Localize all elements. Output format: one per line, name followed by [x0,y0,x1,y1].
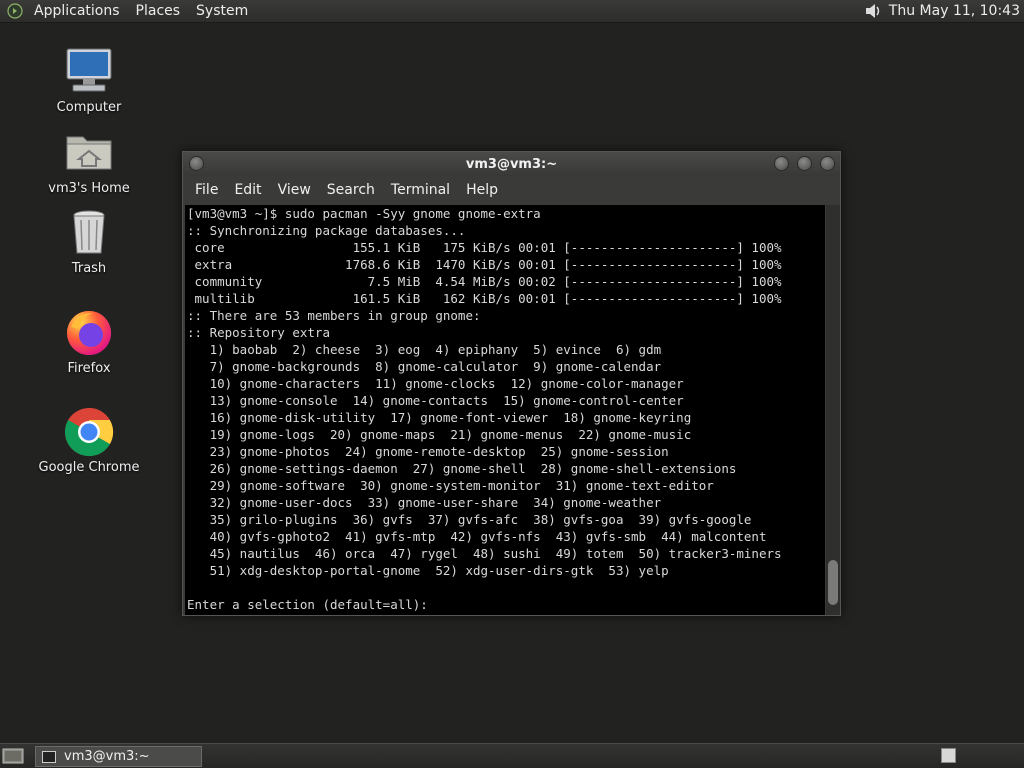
workspace-switcher[interactable] [941,748,956,763]
terminal-line: 7) gnome-backgrounds 8) gnome-calculator… [187,359,662,374]
menu-places[interactable]: Places [128,0,189,23]
desktop-icon-computer[interactable]: Computer [34,46,144,115]
menu-help[interactable]: Help [458,182,506,198]
home-folder-icon [63,127,115,179]
menu-edit[interactable]: Edit [226,182,269,198]
scrollbar-thumb[interactable] [828,560,838,605]
terminal-line: community 7.5 MiB 4.54 MiB/s 00:02 [----… [187,274,782,289]
menu-applications[interactable]: Applications [26,0,128,23]
terminal-line: 51) xdg-desktop-portal-gnome 52) xdg-use… [187,563,669,578]
terminal-line: 40) gvfs-gphoto2 41) gvfs-mtp 42) gvfs-n… [187,529,767,544]
bottom-panel: vm3@vm3:~ [0,743,1024,768]
terminal-line: 29) gnome-software 30) gnome-system-moni… [187,478,714,493]
terminal-scrollbar[interactable] [826,205,840,615]
terminal-line: 16) gnome-disk-utility 17) gnome-font-vi… [187,410,692,425]
taskbar-item-terminal[interactable]: vm3@vm3:~ [35,746,202,767]
terminal-line: :: Repository extra [187,325,330,340]
terminal-output[interactable]: [vm3@vm3 ~]$ sudo pacman -Syy gnome gnom… [185,205,825,615]
terminal-line: 35) grilo-plugins 36) gvfs 37) gvfs-afc … [187,512,752,527]
minimize-button[interactable] [774,156,789,171]
terminal-line: 32) gnome-user-docs 33) gnome-user-share… [187,495,662,510]
clock[interactable]: Thu May 11, 10:43 [883,3,1024,19]
terminal-line: 19) gnome-logs 20) gnome-maps 21) gnome-… [187,427,692,442]
taskbar-item-label: vm3@vm3:~ [64,749,150,764]
desktop-icon-trash[interactable]: Trash [34,207,144,276]
window-title: vm3@vm3:~ [465,156,558,172]
desktop-icon-label: Computer [56,100,122,115]
terminal-line: 10) gnome-characters 11) gnome-clocks 12… [187,376,684,391]
menu-view[interactable]: View [270,182,319,198]
gnome-foot-icon[interactable] [4,0,26,23]
terminal-line: 26) gnome-settings-daemon 27) gnome-shel… [187,461,737,476]
terminal-line: Enter a selection (default=all): [187,597,436,612]
terminal-line: 45) nautilus 46) orca 47) rygel 48) sush… [187,546,782,561]
terminal-menubar: File Edit View Search Terminal Help [183,176,840,204]
desktop-icon-chrome[interactable]: Google Chrome [34,406,144,475]
top-panel-right: Thu May 11, 10:43 [863,0,1024,23]
close-button[interactable] [820,156,835,171]
menu-terminal[interactable]: Terminal [383,182,458,198]
trash-icon [63,207,115,259]
desktop-icon-label: Firefox [67,361,111,376]
terminal-line: 13) gnome-console 14) gnome-contacts 15)… [187,393,684,408]
desktop-icon-label: Trash [71,261,107,276]
terminal-line: [vm3@vm3 ~]$ sudo pacman -Syy gnome gnom… [187,206,541,221]
terminal-window[interactable]: vm3@vm3:~ File Edit View Search Terminal… [182,151,841,616]
top-panel: Applications Places System Thu May 11, 1… [0,0,1024,23]
terminal-line: multilib 161.5 KiB 162 KiB/s 00:01 [----… [187,291,782,306]
terminal-line: 23) gnome-photos 24) gnome-remote-deskto… [187,444,669,459]
maximize-button[interactable] [797,156,812,171]
terminal-line: :: There are 53 members in group gnome: [187,308,481,323]
show-desktop-icon[interactable] [2,747,24,765]
terminal-line: extra 1768.6 KiB 1470 KiB/s 00:01 [-----… [187,257,782,272]
menu-system[interactable]: System [188,0,256,23]
desktop-icon-label: Google Chrome [38,460,140,475]
desktop-icon-home[interactable]: vm3's Home [34,127,144,196]
menu-file[interactable]: File [187,182,226,198]
terminal-line: :: Synchronizing package databases... [187,223,466,238]
volume-icon[interactable] [863,1,883,21]
terminal-line: 1) baobab 2) cheese 3) eog 4) epiphany 5… [187,342,662,357]
desktop-icon-firefox[interactable]: Firefox [34,307,144,376]
firefox-icon [63,307,115,359]
menu-search[interactable]: Search [319,182,383,198]
computer-icon [63,46,115,98]
terminal-icon [42,750,56,763]
desktop-icon-label: vm3's Home [48,181,130,196]
window-menu-icon[interactable] [189,156,204,171]
terminal-line: core 155.1 KiB 175 KiB/s 00:01 [--------… [187,240,782,255]
chrome-icon [63,406,115,458]
window-titlebar[interactable]: vm3@vm3:~ [183,152,840,176]
